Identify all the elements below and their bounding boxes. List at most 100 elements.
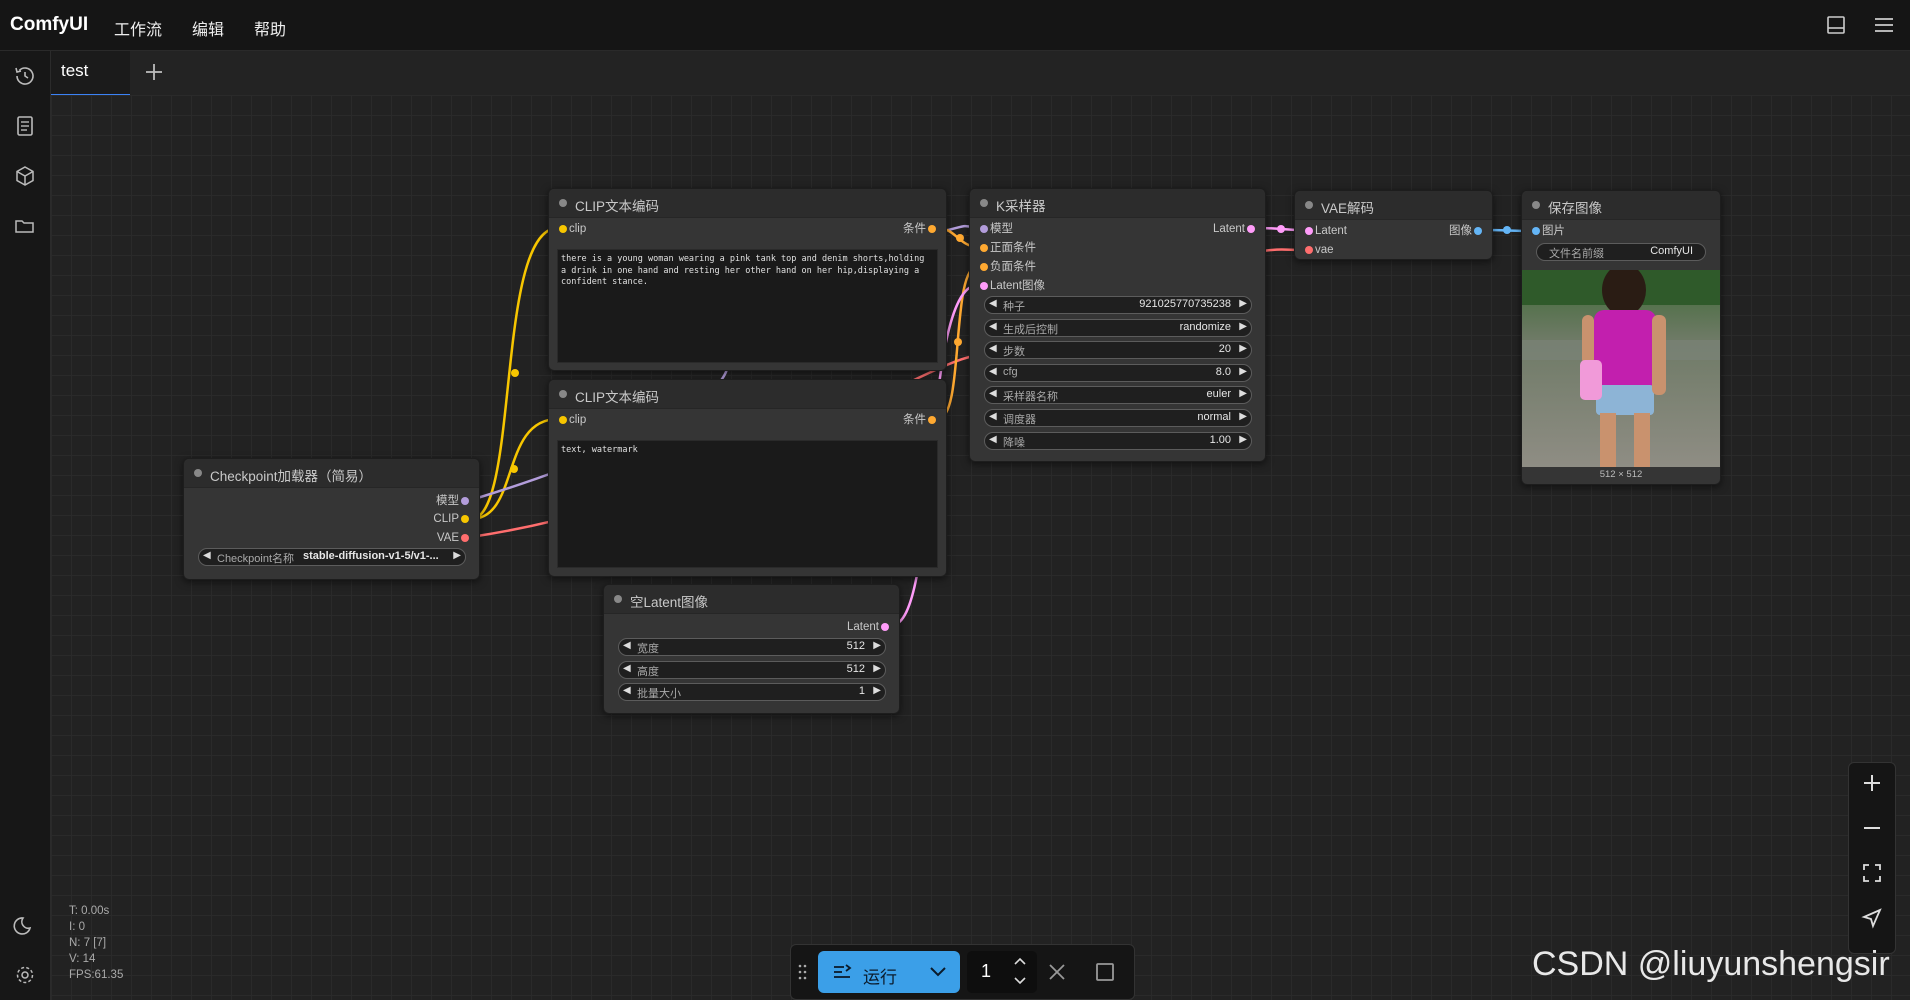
decrement-arrow-icon[interactable]: ◀ bbox=[989, 434, 997, 445]
collapse-dot[interactable] bbox=[559, 199, 567, 207]
input-slot-clip[interactable]: clip bbox=[559, 222, 586, 236]
decrement-arrow-icon[interactable]: ◀ bbox=[989, 388, 997, 399]
node-title-bar[interactable]: Checkpoint加载器（简易） bbox=[184, 459, 479, 488]
filename-prefix-widget[interactable]: 文件名前缀 ComfyUI bbox=[1536, 243, 1706, 261]
input-slot-negative[interactable]: 负面条件 bbox=[980, 260, 1036, 274]
node-checkpoint-loader[interactable]: Checkpoint加载器（简易） 模型 CLIP VAE ◀ Checkpoi… bbox=[183, 458, 480, 580]
slot-label: 图片 bbox=[1542, 225, 1565, 237]
sampler-name-widget[interactable]: ◀ 采样器名称 euler ▶ bbox=[984, 386, 1252, 404]
output-slot-conditioning[interactable]: 条件 bbox=[903, 222, 936, 236]
decrement-arrow-icon[interactable]: ◀ bbox=[989, 298, 997, 309]
zoom-controls bbox=[1848, 762, 1896, 954]
node-title-bar[interactable]: CLIP文本编码 bbox=[549, 189, 946, 218]
node-title: K采样器 bbox=[996, 199, 1046, 214]
collapse-dot[interactable] bbox=[980, 199, 988, 207]
decrement-arrow-icon[interactable]: ◀ bbox=[989, 366, 997, 377]
chevron-up-icon[interactable] bbox=[1013, 955, 1027, 967]
cfg-widget[interactable]: ◀ cfg 8.0 ▶ bbox=[984, 364, 1252, 382]
batch-count-input[interactable]: 1 bbox=[967, 951, 1037, 993]
increment-arrow-icon[interactable]: ▶ bbox=[1239, 321, 1247, 332]
slot-label: Latent bbox=[847, 621, 879, 633]
output-slot-image[interactable]: 图像 bbox=[1449, 224, 1482, 238]
stop-square-icon[interactable] bbox=[1093, 960, 1117, 984]
output-slot-latent[interactable]: Latent bbox=[847, 620, 889, 634]
node-title-bar[interactable]: 保存图像 bbox=[1522, 191, 1720, 220]
denoise-widget[interactable]: ◀ 降噪 1.00 ▶ bbox=[984, 432, 1252, 450]
increment-arrow-icon[interactable]: ▶ bbox=[1239, 388, 1247, 399]
chevron-down-icon[interactable] bbox=[1013, 975, 1027, 987]
node-clip-text-encode-negative[interactable]: CLIP文本编码 clip 条件 text, watermark bbox=[548, 379, 947, 577]
drag-handle-icon[interactable] bbox=[797, 963, 809, 981]
prompt-textarea[interactable]: text, watermark bbox=[557, 440, 938, 568]
node-empty-latent-image[interactable]: 空Latent图像 Latent ◀ 宽度 512 ▶ ◀ 高度 512 ▶ ◀ 批量大小 1 ▶ bbox=[603, 584, 900, 714]
decrement-arrow-icon[interactable]: ◀ bbox=[623, 663, 631, 674]
zoom-in-plus-icon[interactable] bbox=[1860, 771, 1884, 795]
fit-view-icon[interactable] bbox=[1860, 861, 1884, 885]
collapse-dot[interactable] bbox=[1532, 201, 1540, 209]
node-save-image[interactable]: 保存图像 图片 文件名前缀 ComfyUI 512 × 512 bbox=[1521, 190, 1721, 485]
seed-widget[interactable]: ◀ 种子 921025770735238 ▶ bbox=[984, 296, 1252, 314]
input-slot-positive[interactable]: 正面条件 bbox=[980, 241, 1036, 255]
increment-arrow-icon[interactable]: ▶ bbox=[1239, 298, 1247, 309]
increment-arrow-icon[interactable]: ▶ bbox=[1239, 411, 1247, 422]
widget-value: ComfyUI bbox=[1650, 245, 1693, 257]
output-slot-conditioning[interactable]: 条件 bbox=[903, 413, 936, 427]
output-slot-clip[interactable]: CLIP bbox=[433, 512, 469, 526]
widget-label: 步数 bbox=[1003, 346, 1025, 358]
checkpoint-name-combo[interactable]: ◀ Checkpoint名称 stable-diffusion-v1-5/v1-… bbox=[198, 548, 466, 566]
run-toolbar: 运行 1 bbox=[790, 944, 1135, 1000]
decrement-arrow-icon[interactable]: ◀ bbox=[203, 550, 211, 561]
increment-arrow-icon[interactable]: ▶ bbox=[873, 685, 881, 696]
slot-label: Latent图像 bbox=[990, 280, 1045, 292]
decrement-arrow-icon[interactable]: ◀ bbox=[623, 685, 631, 696]
scheduler-widget[interactable]: ◀ 调度器 normal ▶ bbox=[984, 409, 1252, 427]
node-title-bar[interactable]: K采样器 bbox=[970, 189, 1265, 218]
cancel-close-icon[interactable] bbox=[1045, 960, 1069, 984]
node-title-bar[interactable]: CLIP文本编码 bbox=[549, 380, 946, 409]
collapse-dot[interactable] bbox=[194, 469, 202, 477]
node-title-bar[interactable]: 空Latent图像 bbox=[604, 585, 899, 614]
decrement-arrow-icon[interactable]: ◀ bbox=[989, 321, 997, 332]
control-after-generate-widget[interactable]: ◀ 生成后控制 randomize ▶ bbox=[984, 319, 1252, 337]
input-slot-latent-image[interactable]: Latent图像 bbox=[980, 279, 1045, 293]
increment-arrow-icon[interactable]: ▶ bbox=[453, 550, 461, 561]
collapse-dot[interactable] bbox=[1305, 201, 1313, 209]
increment-arrow-icon[interactable]: ▶ bbox=[1239, 434, 1247, 445]
steps-widget[interactable]: ◀ 步数 20 ▶ bbox=[984, 341, 1252, 359]
node-clip-text-encode-positive[interactable]: CLIP文本编码 clip 条件 there is a young woman … bbox=[548, 188, 947, 371]
slot-label: 图像 bbox=[1449, 225, 1472, 237]
increment-arrow-icon[interactable]: ▶ bbox=[1239, 343, 1247, 354]
output-slot-latent[interactable]: Latent bbox=[1213, 222, 1255, 236]
input-slot-latent[interactable]: Latent bbox=[1305, 224, 1347, 238]
chevron-down-icon[interactable] bbox=[928, 963, 948, 981]
navigate-arrow-icon[interactable] bbox=[1860, 906, 1884, 930]
decrement-arrow-icon[interactable]: ◀ bbox=[623, 640, 631, 651]
generated-image-preview[interactable] bbox=[1522, 270, 1720, 467]
collapse-dot[interactable] bbox=[559, 390, 567, 398]
node-vae-decode[interactable]: VAE解码 Latent vae 图像 bbox=[1294, 190, 1493, 260]
input-slot-images[interactable]: 图片 bbox=[1532, 224, 1565, 238]
collapse-dot[interactable] bbox=[614, 595, 622, 603]
prompt-textarea[interactable]: there is a young woman wearing a pink ta… bbox=[557, 249, 938, 363]
output-slot-model[interactable]: 模型 bbox=[436, 494, 469, 508]
widget-value: 8.0 bbox=[1215, 366, 1231, 378]
input-slot-vae[interactable]: vae bbox=[1305, 243, 1334, 257]
node-ksampler[interactable]: K采样器 模型 正面条件 负面条件 Latent图像 Latent ◀ 种子 921… bbox=[969, 188, 1266, 462]
increment-arrow-icon[interactable]: ▶ bbox=[873, 663, 881, 674]
decrement-arrow-icon[interactable]: ◀ bbox=[989, 411, 997, 422]
batch-size-widget[interactable]: ◀ 批量大小 1 ▶ bbox=[618, 683, 886, 701]
node-title-bar[interactable]: VAE解码 bbox=[1295, 191, 1492, 220]
increment-arrow-icon[interactable]: ▶ bbox=[873, 640, 881, 651]
increment-arrow-icon[interactable]: ▶ bbox=[1239, 366, 1247, 377]
run-button[interactable]: 运行 bbox=[818, 951, 960, 993]
decrement-arrow-icon[interactable]: ◀ bbox=[989, 343, 997, 354]
zoom-out-minus-icon[interactable] bbox=[1860, 816, 1884, 840]
output-slot-vae[interactable]: VAE bbox=[437, 531, 469, 545]
width-widget[interactable]: ◀ 宽度 512 ▶ bbox=[618, 638, 886, 656]
node-title: 保存图像 bbox=[1548, 201, 1602, 216]
slot-label: 条件 bbox=[903, 223, 926, 235]
widget-value: 512 bbox=[846, 663, 865, 675]
height-widget[interactable]: ◀ 高度 512 ▶ bbox=[618, 661, 886, 679]
input-slot-clip[interactable]: clip bbox=[559, 413, 586, 427]
input-slot-model[interactable]: 模型 bbox=[980, 222, 1013, 236]
